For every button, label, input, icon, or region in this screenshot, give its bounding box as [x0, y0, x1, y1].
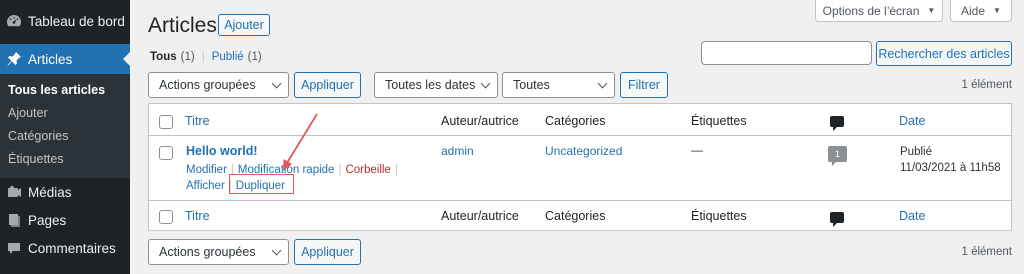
- separator: |: [394, 164, 398, 176]
- filter-published[interactable]: Publié: [212, 51, 244, 63]
- author-link[interactable]: admin: [441, 144, 474, 158]
- comment-icon: [0, 240, 28, 256]
- menu-item-posts[interactable]: Articles: [0, 44, 130, 74]
- submenu-categories[interactable]: Catégories: [8, 129, 68, 143]
- menu-item-pages[interactable]: Pages: [0, 205, 130, 235]
- column-author-footer: Auteur/autrice: [441, 209, 519, 223]
- column-author-header: Auteur/autrice: [441, 114, 519, 128]
- chevron-down-icon: [271, 78, 282, 88]
- select-all-checkbox-footer[interactable]: [159, 210, 173, 224]
- date-filter-select[interactable]: Toutes les dates: [374, 72, 498, 98]
- category-filter-value: Toutes: [513, 78, 550, 92]
- bulk-actions-select-bottom[interactable]: Actions groupées: [148, 239, 289, 265]
- row-divider: [149, 135, 1011, 136]
- add-new-button[interactable]: Ajouter: [218, 14, 270, 36]
- row-checkbox[interactable]: [159, 146, 173, 160]
- menu-label: Tableau de bord: [28, 13, 125, 29]
- media-icon: [0, 184, 28, 200]
- bulk-actions-select[interactable]: Actions groupées: [148, 72, 289, 98]
- view-link[interactable]: Afficher: [186, 180, 225, 192]
- help-button[interactable]: Aide ▼: [950, 0, 1012, 22]
- tags-value: —: [691, 143, 703, 157]
- column-tags-header: Étiquettes: [691, 114, 747, 128]
- separator: |: [338, 164, 342, 176]
- post-title-link[interactable]: Hello world!: [186, 144, 258, 158]
- menu-label: Médias: [28, 184, 72, 200]
- caret-down-icon: ▼: [993, 6, 1001, 15]
- row-divider: [149, 200, 1011, 201]
- column-date-header[interactable]: Date: [899, 114, 925, 128]
- menu-label: Articles: [28, 51, 73, 67]
- select-all-checkbox[interactable]: [159, 115, 173, 129]
- category-link[interactable]: Uncategorized: [545, 144, 622, 158]
- pin-icon: [0, 51, 28, 67]
- post-status-filters: Tous (1) | Publié (1): [150, 51, 262, 63]
- edit-link[interactable]: Modifier: [186, 164, 227, 176]
- posts-table: Titre Auteur/autrice Catégories Étiquett…: [148, 103, 1012, 231]
- menu-item-comments[interactable]: Commentaires: [0, 233, 130, 263]
- column-title-header[interactable]: Titre: [185, 114, 210, 128]
- search-posts-button[interactable]: Rechercher des articles: [876, 41, 1012, 66]
- menu-item-media[interactable]: Médias: [0, 177, 130, 207]
- comment-count: 1: [834, 149, 840, 159]
- comment-icon[interactable]: [830, 116, 844, 131]
- help-label: Aide: [961, 3, 986, 18]
- bulk-actions-value: Actions groupées: [159, 78, 256, 92]
- filter-separator: |: [201, 51, 205, 63]
- chevron-down-icon: [597, 78, 608, 88]
- submenu-tags[interactable]: Étiquettes: [8, 152, 64, 166]
- comment-count-badge[interactable]: 1: [828, 146, 847, 166]
- filter-published-count: (1): [247, 51, 262, 63]
- screen-options-label: Options de l’écran: [822, 3, 920, 18]
- comment-icon[interactable]: [830, 212, 844, 227]
- menu-label: Pages: [28, 212, 67, 228]
- item-count-bottom: 1 élément: [961, 246, 1012, 258]
- dashboard-icon: [0, 13, 28, 29]
- apply-button[interactable]: Appliquer: [294, 72, 361, 98]
- trash-link[interactable]: Corbeille: [345, 164, 390, 176]
- apply-button-bottom[interactable]: Appliquer: [294, 239, 361, 265]
- column-tags-footer: Étiquettes: [691, 209, 747, 223]
- column-date-footer[interactable]: Date: [899, 209, 925, 223]
- screen-options-button[interactable]: Options de l’écran ▼: [815, 0, 943, 22]
- duplicate-highlight-box: [229, 174, 294, 194]
- filter-all[interactable]: Tous: [150, 51, 177, 63]
- category-filter-select[interactable]: Toutes: [502, 72, 615, 98]
- filter-all-count: (1): [180, 51, 195, 63]
- item-count-top: 1 élément: [961, 79, 1012, 91]
- menu-label: Commentaires: [28, 240, 116, 256]
- search-input[interactable]: [701, 41, 872, 65]
- page-icon: [0, 212, 28, 228]
- submenu-add[interactable]: Ajouter: [8, 106, 48, 120]
- submenu-all-posts[interactable]: Tous les articles: [8, 83, 105, 97]
- chevron-down-icon: [480, 78, 491, 88]
- date-value: 11/03/2021 à 11h58: [900, 162, 1001, 174]
- chevron-down-icon: [271, 245, 282, 255]
- date-cell: Publié 11/03/2021 à 11h58: [900, 144, 1001, 176]
- caret-down-icon: ▼: [927, 6, 936, 15]
- posts-submenu: Tous les articles Ajouter Catégories Éti…: [0, 74, 130, 178]
- column-categories-footer: Catégories: [545, 209, 606, 223]
- filter-button[interactable]: Filtrer: [620, 72, 668, 98]
- menu-item-dashboard[interactable]: Tableau de bord: [0, 6, 130, 36]
- date-status: Publié: [900, 146, 932, 158]
- bulk-actions-value: Actions groupées: [159, 245, 256, 259]
- column-title-footer[interactable]: Titre: [185, 209, 210, 223]
- page-title: Articles: [148, 14, 217, 37]
- admin-sidebar: Tableau de bord Articles Tous les articl…: [0, 0, 130, 274]
- column-categories-header: Catégories: [545, 114, 606, 128]
- date-filter-value: Toutes les dates: [385, 78, 476, 92]
